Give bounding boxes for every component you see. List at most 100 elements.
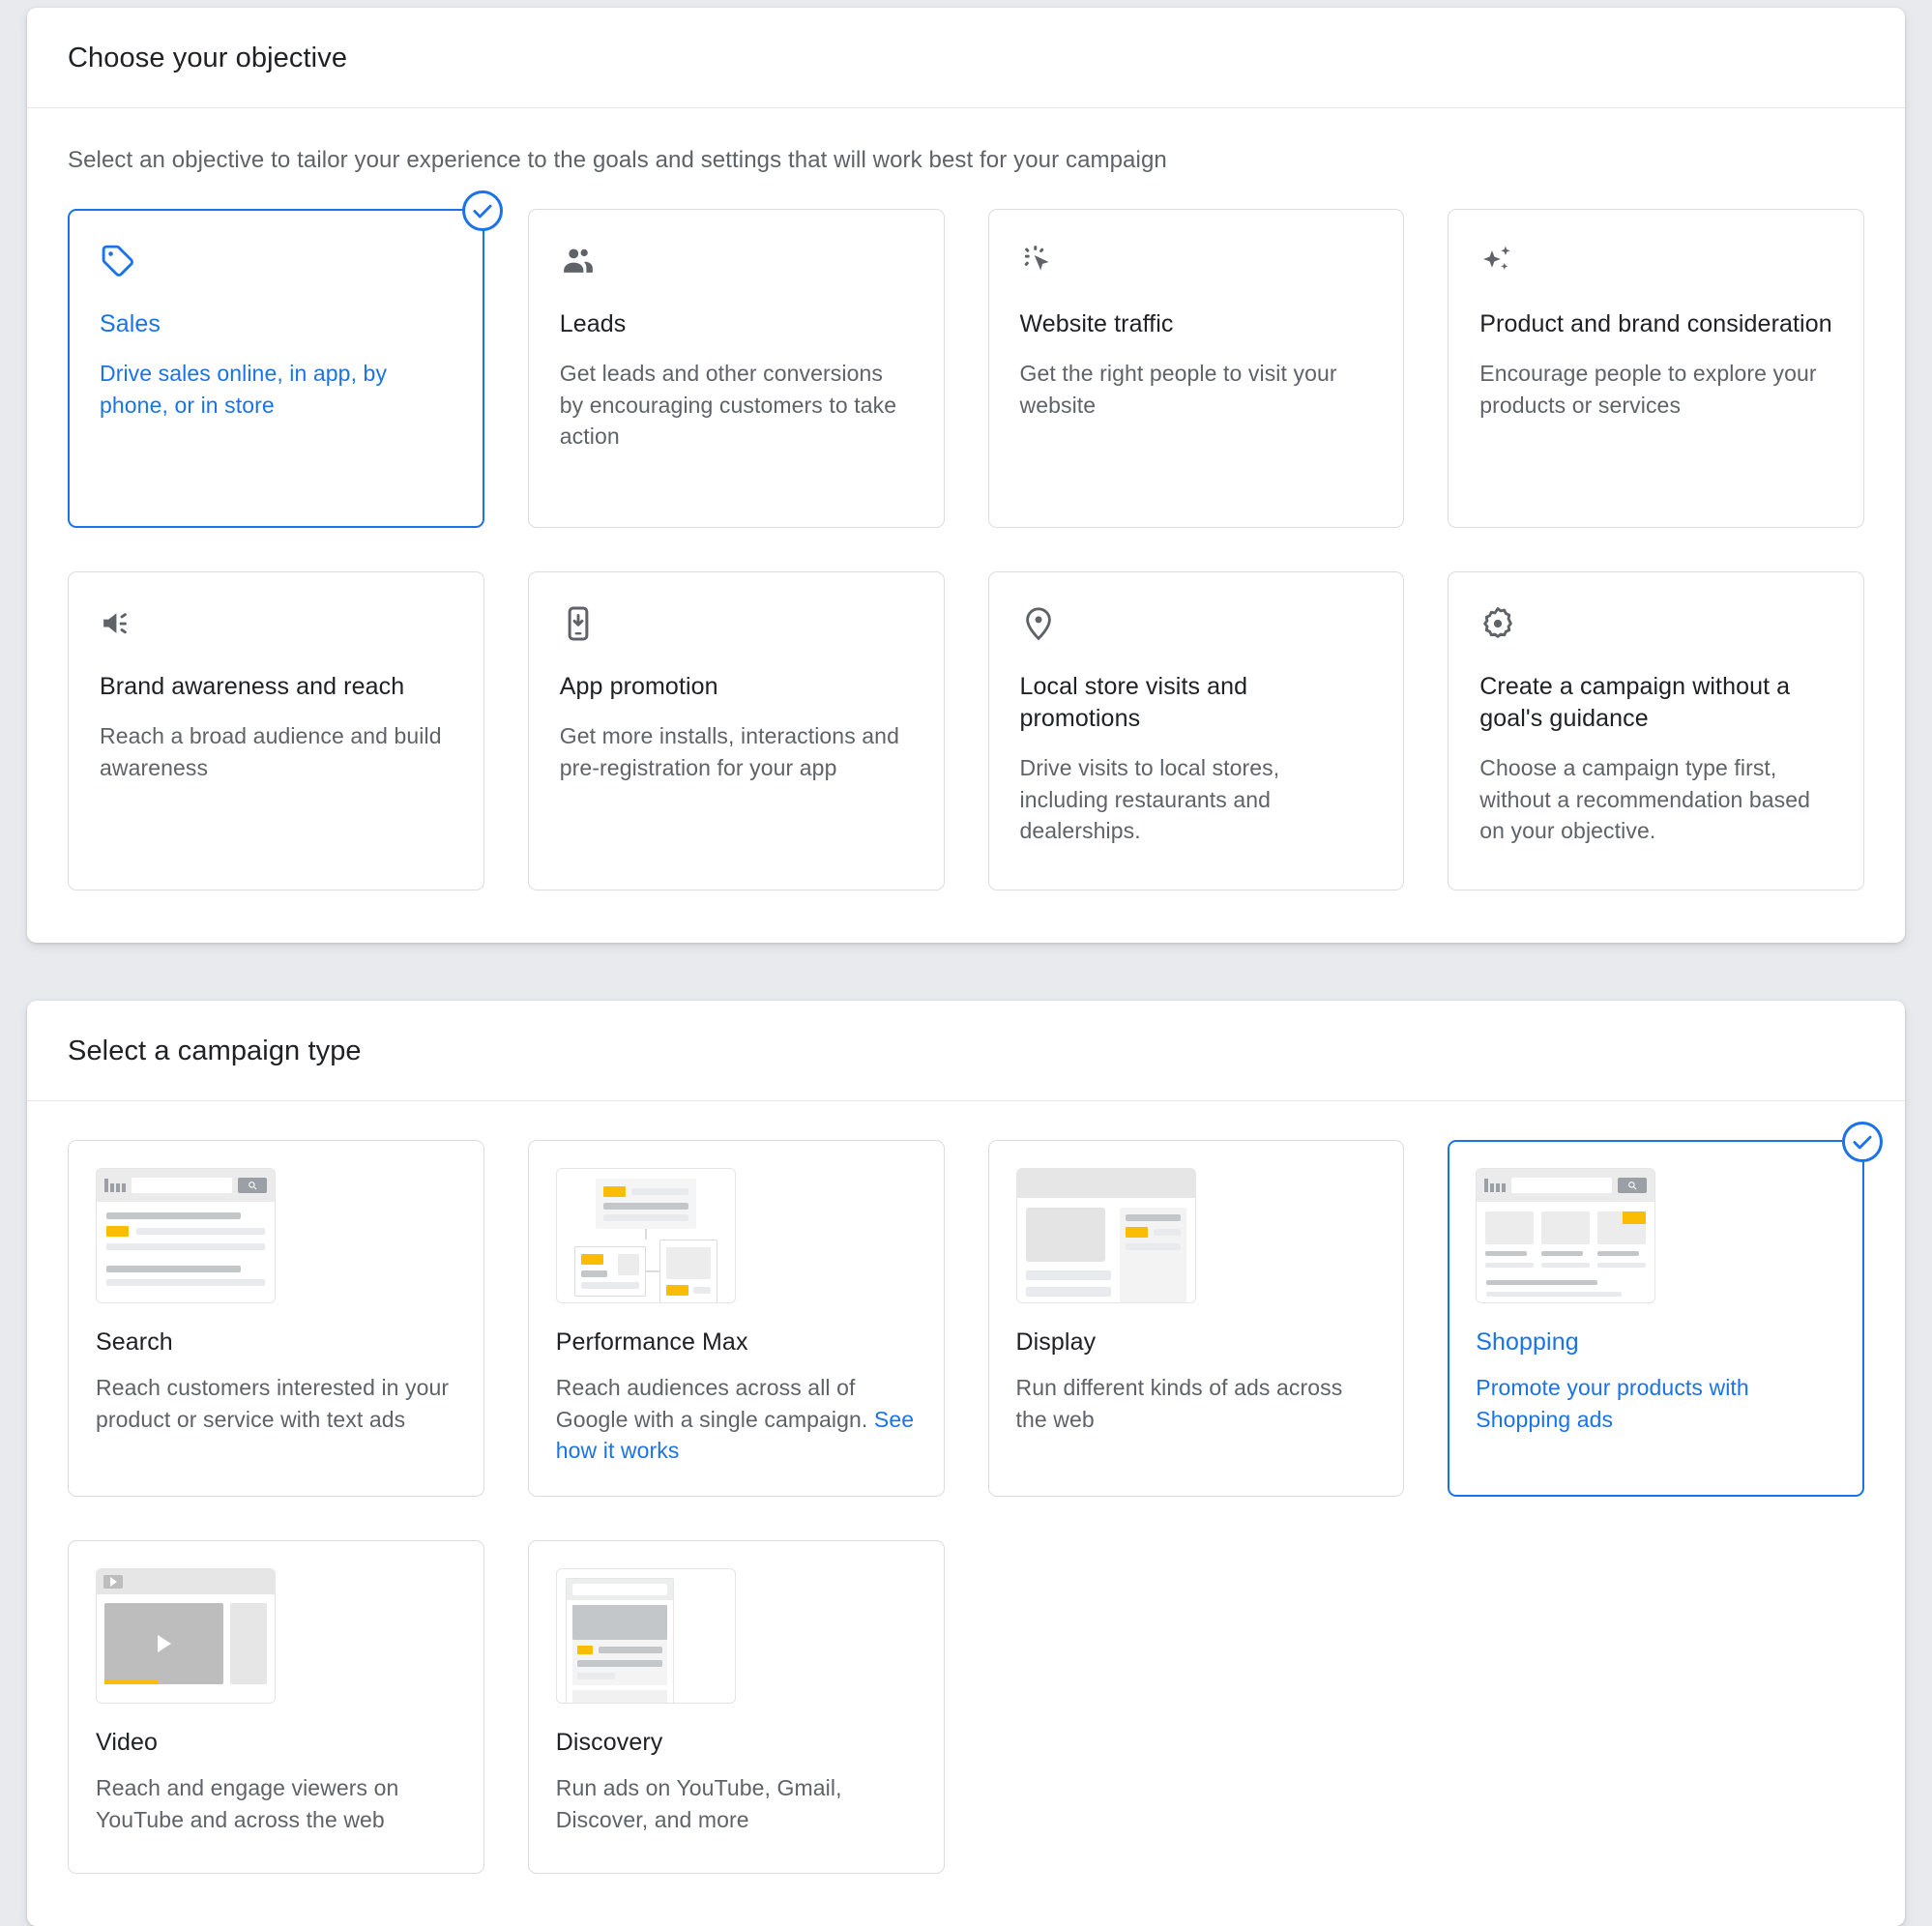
pmax-left-node	[573, 1246, 646, 1297]
campaign-type-card-shopping[interactable]: Shopping Promote your products with Shop…	[1448, 1122, 1883, 1497]
video-player-thumb	[96, 1567, 276, 1704]
local-store-pin-icon	[1020, 605, 1373, 650]
campaign-type-panel: Select a campaign type Search Reach cust…	[27, 1001, 1905, 1926]
thumb-video-player	[104, 1602, 223, 1684]
ad-badge	[602, 1186, 626, 1197]
campaign-type-desc-text: Reach customers interested in your produ…	[96, 1375, 450, 1432]
campaign-type-card-description: Reach audiences across all of Google wit…	[556, 1372, 917, 1467]
objective-card-app-promotion[interactable]: App promotion Get more installs, interac…	[527, 571, 945, 890]
thumb-feed-next-card	[571, 1689, 667, 1703]
objective-card-website-traffic[interactable]: Website traffic Get the right people to …	[987, 209, 1405, 528]
check-circle-icon	[1842, 1122, 1883, 1162]
discovery-feed-thumb	[555, 1567, 736, 1704]
campaign-type-card-title: Search	[96, 1328, 173, 1356]
objective-panel-header: Choose your objective	[27, 8, 1905, 108]
search-results-thumb	[96, 1168, 276, 1303]
ad-badge	[580, 1254, 603, 1265]
objective-panel-body: Select an objective to tailor your exper…	[27, 108, 1905, 943]
objective-card-description: Drive visits to local stores, including …	[1019, 755, 1280, 844]
thumb-search-field	[1511, 1178, 1613, 1193]
no-goal-gear-icon	[1479, 605, 1832, 650]
objective-card-brand-awareness[interactable]: Brand awareness and reach Reach a broad …	[68, 571, 484, 890]
objective-card-description: Encourage people to explore your product…	[1479, 361, 1817, 418]
objective-card-title: Product and brand consideration	[1479, 310, 1832, 337]
campaign-type-card-description: Promote your products with Shopping ads	[1476, 1372, 1836, 1435]
campaign-type-card-title: Discovery	[555, 1728, 663, 1756]
sales-tag-icon	[100, 243, 453, 287]
thumb-search-field	[571, 1583, 667, 1595]
performance-max-network-thumb	[555, 1168, 736, 1303]
campaign-type-card-description: Run ads on YouTube, Gmail, Discover, and…	[556, 1772, 917, 1835]
ad-badge	[1125, 1227, 1148, 1238]
website-traffic-cursor-icon	[1020, 243, 1373, 287]
thumb-logo-icon	[1484, 1179, 1507, 1192]
play-icon	[103, 1574, 123, 1589]
thumb-youtube-header	[97, 1568, 275, 1594]
campaign-type-desc-text: Run different kinds of ads across the we…	[1015, 1375, 1343, 1432]
app-promotion-phone-icon	[560, 605, 913, 650]
campaign-type-card-video[interactable]: Video Reach and engage viewers on YouTub…	[68, 1539, 484, 1874]
campaign-type-card-discovery[interactable]: Discovery Run ads on YouTube, Gmail, Dis…	[527, 1539, 945, 1874]
thumb-search-field	[132, 1178, 232, 1193]
objective-card-title: Leads	[559, 310, 627, 337]
campaign-type-card-title: Video	[96, 1728, 158, 1756]
campaign-creation-page: Choose your objective Select an objectiv…	[0, 0, 1932, 1926]
campaign-type-card-performance-max[interactable]: Performance Max Reach audiences across a…	[527, 1140, 945, 1497]
objective-card-title: Local store visits and promotions	[1019, 673, 1248, 732]
thumb-browser-bar	[97, 1169, 275, 1202]
campaign-type-panel-header: Select a campaign type	[27, 1001, 1905, 1101]
campaign-type-card-display[interactable]: Display Run different kinds of ads acros…	[987, 1140, 1405, 1497]
thumb-results	[97, 1202, 275, 1302]
objective-card-title: App promotion	[559, 673, 718, 700]
campaign-type-card-search[interactable]: Search Reach customers interested in you…	[68, 1140, 484, 1497]
objective-card-description: Reach a broad audience and build awarene…	[100, 723, 442, 780]
display-webpage-thumb	[1015, 1168, 1196, 1303]
campaign-type-card-grid: Search Reach customers interested in you…	[68, 1122, 1883, 1874]
thumb-progress-bar	[104, 1678, 159, 1684]
brand-awareness-speaker-icon	[100, 605, 453, 650]
ad-badge	[665, 1285, 688, 1296]
objective-card-no-goal[interactable]: Create a campaign without a goal's guida…	[1448, 571, 1864, 890]
objective-card-local-store-visits[interactable]: Local store visits and promotions Drive …	[987, 571, 1405, 890]
play-icon	[157, 1634, 171, 1652]
ad-badge	[106, 1226, 129, 1237]
campaign-type-card-description: Reach and engage viewers on YouTube and …	[96, 1772, 456, 1835]
campaign-type-desc-text: Promote your products with Shopping ads	[1476, 1375, 1749, 1432]
ad-badge	[1623, 1211, 1647, 1224]
objective-card-description: Choose a campaign type first, without a …	[1479, 755, 1811, 844]
objective-card-title: Create a campaign without a goal's guida…	[1479, 673, 1791, 732]
pmax-top-node	[595, 1179, 696, 1229]
shopping-products-thumb	[1476, 1168, 1656, 1303]
check-circle-icon	[461, 190, 503, 231]
objective-card-description: Drive sales online, in app, by phone, or…	[100, 361, 388, 418]
thumb-product-grid	[1477, 1202, 1654, 1274]
objective-card-leads[interactable]: Leads Get leads and other conversions by…	[527, 209, 945, 528]
search-icon	[238, 1178, 267, 1193]
campaign-type-card-description: Reach customers interested in your produ…	[96, 1372, 456, 1435]
ad-badge	[576, 1645, 593, 1654]
objective-card-description: Get more installs, interactions and pre-…	[559, 723, 899, 780]
thumb-logo-icon	[104, 1179, 126, 1192]
objective-card-product-brand-consideration[interactable]: Product and brand consideration Encourag…	[1448, 209, 1864, 528]
campaign-type-card-title: Display	[1015, 1328, 1097, 1356]
campaign-type-card-title: Performance Max	[555, 1328, 748, 1356]
leads-people-icon	[560, 243, 913, 287]
pmax-connector	[644, 1229, 647, 1240]
objective-card-description: Get the right people to visit your websi…	[1019, 361, 1337, 418]
campaign-type-desc-text: Reach audiences across all of Google wit…	[555, 1375, 874, 1432]
product-brand-sparkle-icon	[1479, 243, 1832, 287]
objective-card-sales[interactable]: Sales Drive sales online, in app, by pho…	[68, 190, 503, 528]
thumb-mobile-feed	[565, 1577, 674, 1703]
thumb-browser-bar	[1477, 1169, 1655, 1202]
objective-card-description: Get leads and other conversions by encou…	[559, 361, 897, 450]
campaign-type-card-description: Run different kinds of ads across the we…	[1016, 1372, 1377, 1435]
objective-card-title: Sales	[100, 310, 161, 337]
campaign-type-card-title: Shopping	[1476, 1328, 1579, 1356]
thumb-page-header	[1016, 1169, 1195, 1198]
campaign-type-desc-text: Run ads on YouTube, Gmail, Discover, and…	[555, 1774, 842, 1832]
search-icon	[1618, 1178, 1648, 1193]
objective-subtitle: Select an objective to tailor your exper…	[68, 147, 1167, 173]
objective-card-title: Brand awareness and reach	[100, 673, 405, 700]
thumb-video-sidebar	[230, 1602, 267, 1684]
pmax-right-node	[659, 1240, 717, 1302]
